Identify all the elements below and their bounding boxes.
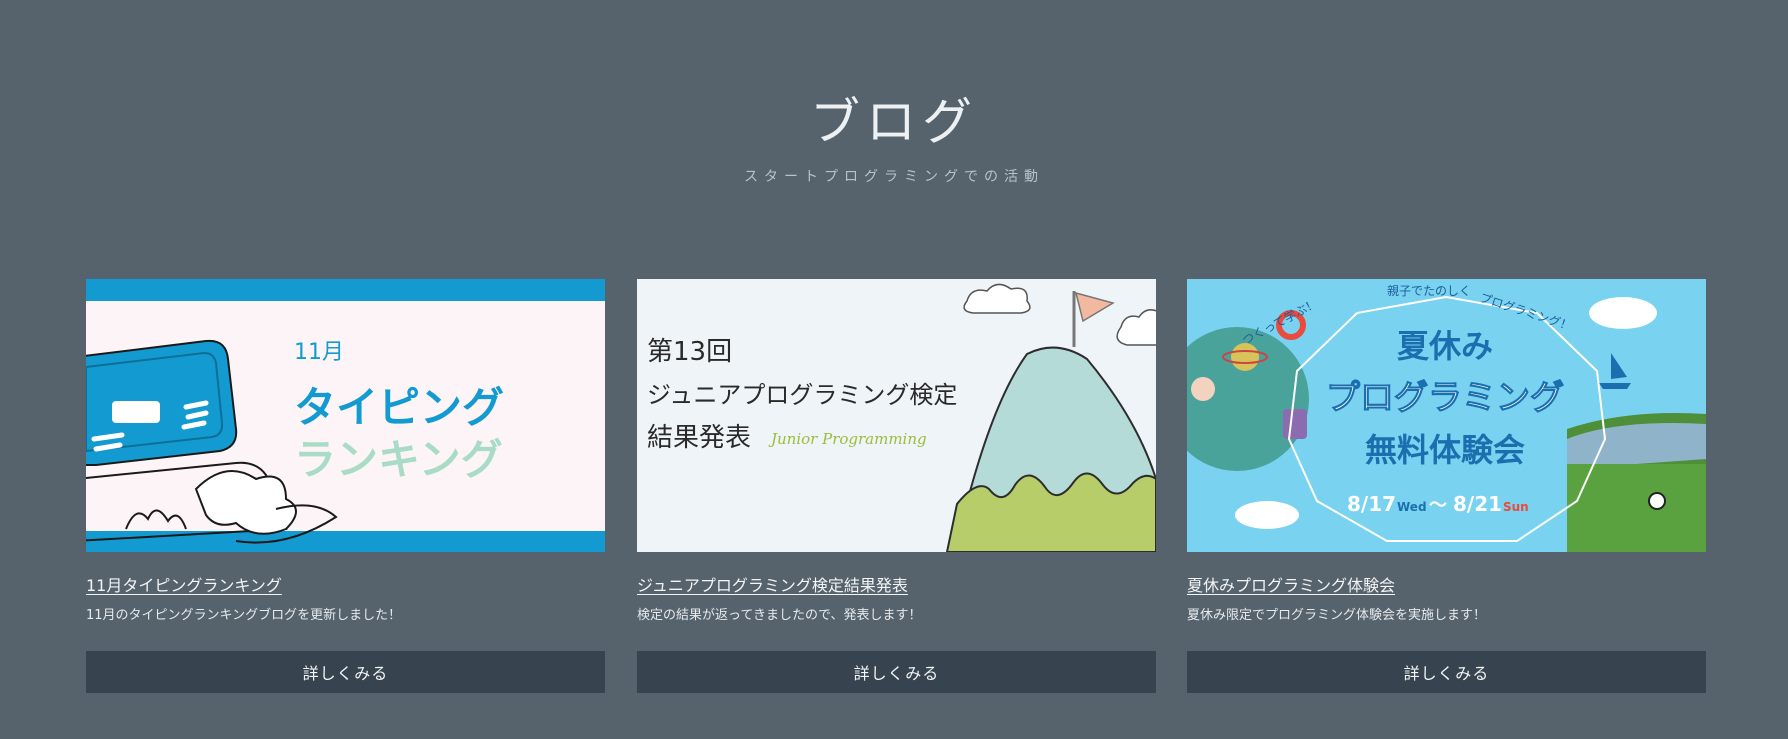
- details-button[interactable]: 詳しくみる: [1187, 651, 1706, 693]
- card-title-link[interactable]: ジュニアプログラミング検定結果発表: [637, 572, 1156, 596]
- image-text-tagline-mid: 親子でたのしく: [1387, 284, 1471, 298]
- card-description: 11月のタイピングランキングブログを更新しました！: [86, 608, 402, 623]
- image-text-summer: 夏休み: [1397, 327, 1493, 365]
- image-text-programming: プログラミング: [1326, 378, 1564, 418]
- card-image-summer-trial[interactable]: つくって学ぶ！ 親子でたのしく プログラミング！ 夏休み プログラミング 無料体…: [1187, 279, 1706, 552]
- image-text-ranking: ランキング: [294, 435, 503, 484]
- event-dates: 8/17 Wed 〜 8/21 Sun: [1347, 492, 1529, 516]
- card-title-link[interactable]: 夏休みプログラミング体験会: [1187, 572, 1706, 596]
- card-image-typing-ranking[interactable]: 11月 タイピング ランキング: [86, 279, 605, 552]
- image-text-free-trial: 無料体験会: [1365, 431, 1525, 469]
- date-tilde: 〜: [1429, 495, 1447, 516]
- image-text-script: Junior Programming: [768, 430, 927, 448]
- field-photo: [1567, 413, 1706, 552]
- card-title-link[interactable]: 11月タイピングランキング: [86, 572, 605, 596]
- blog-card-summer: つくって学ぶ！ 親子でたのしく プログラミング！ 夏休み プログラミング 無料体…: [1187, 279, 1706, 693]
- date-end: 8/21: [1453, 492, 1502, 516]
- details-button[interactable]: 詳しくみる: [637, 651, 1156, 693]
- section-subtitle: スタートプログラミングでの活動: [744, 169, 1044, 185]
- day-end: Sun: [1503, 500, 1529, 514]
- soccer-ball-icon: [1648, 492, 1666, 510]
- section-title: ブログ: [810, 93, 978, 151]
- card-description: 夏休み限定でプログラミング体験会を実施します！: [1187, 608, 1487, 623]
- image-text-typing: タイピング: [294, 383, 504, 432]
- date-start: 8/17: [1347, 492, 1396, 516]
- blog-card-junior-exam: 第13回 ジュニアプログラミング検定 結果発表 Junior Programmi…: [637, 279, 1156, 693]
- blog-card-typing: 11月 タイピング ランキング 11月タイピングランキング 11月のタイピングラ…: [86, 279, 605, 693]
- image-text-round: 第13回: [647, 337, 732, 367]
- day-start: Wed: [1397, 500, 1427, 514]
- card-description: 検定の結果が返ってきましたので、発表します！: [637, 608, 922, 623]
- image-text-results: 結果発表: [647, 423, 751, 453]
- card-image-junior-exam[interactable]: 第13回 ジュニアプログラミング検定 結果発表 Junior Programmi…: [637, 279, 1156, 552]
- details-button[interactable]: 詳しくみる: [86, 651, 605, 693]
- image-text-exam-name: ジュニアプログラミング検定: [647, 381, 957, 409]
- image-text-month: 11月: [294, 340, 344, 365]
